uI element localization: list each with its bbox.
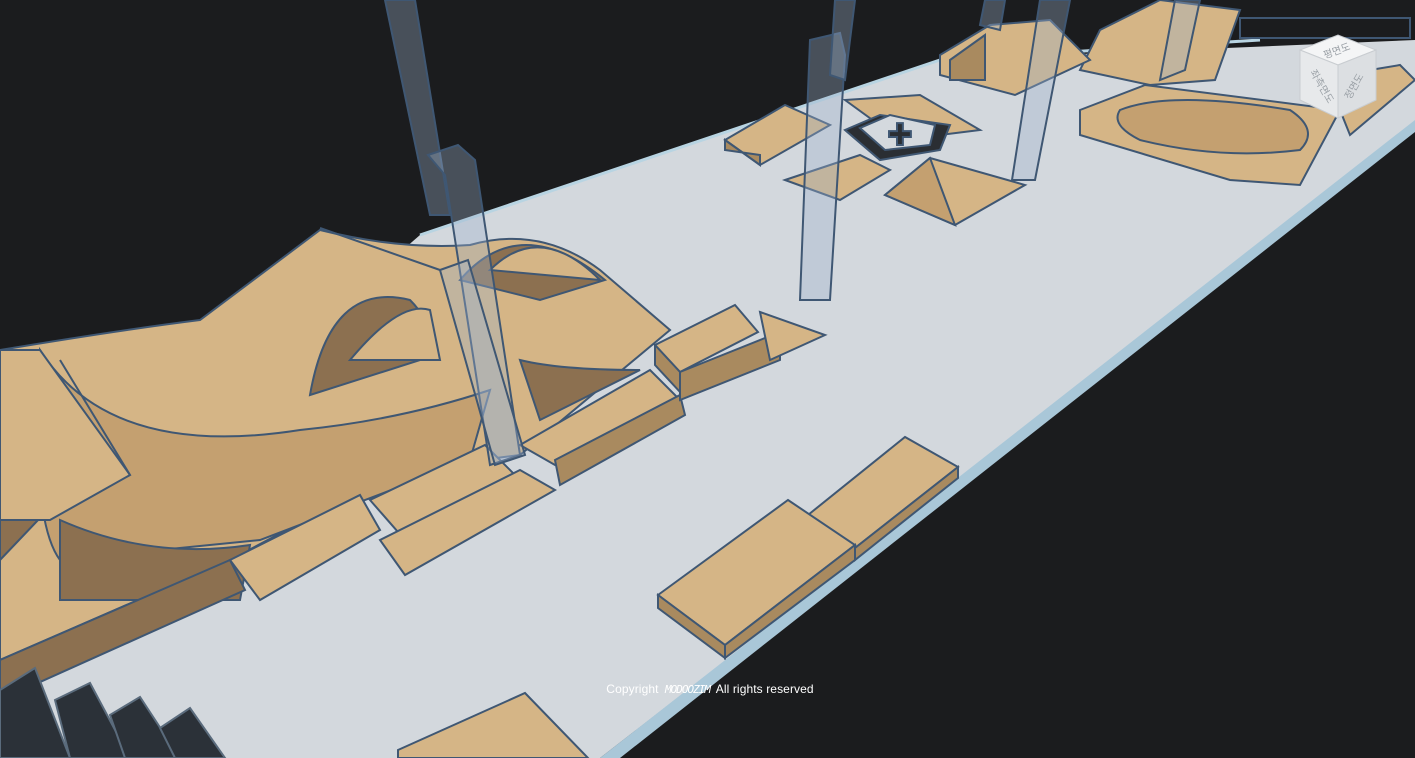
copyright-prefix: Copyright: [606, 682, 659, 696]
view-cube[interactable]: 평면도 좌측면도 정면도: [1290, 30, 1386, 126]
3d-viewport[interactable]: ✚ Copyright MODOOZIM All rights reserved…: [0, 0, 1415, 758]
copyright-notice: Copyright MODOOZIM All rights reserved: [0, 682, 1415, 696]
brand-logo-text: MODOOZIM: [665, 683, 711, 696]
copyright-suffix: All rights reserved: [715, 682, 814, 696]
svg-text:✚: ✚: [887, 118, 912, 153]
skatepark-3d-scene[interactable]: ✚: [0, 0, 1415, 758]
